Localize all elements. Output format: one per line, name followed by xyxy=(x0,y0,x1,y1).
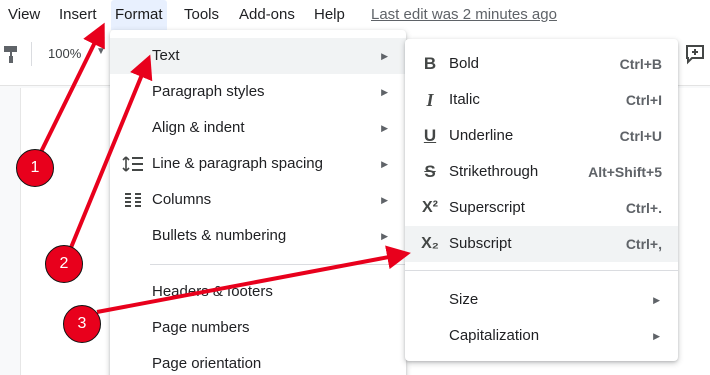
menu-item-label: Paragraph styles xyxy=(152,83,265,100)
chevron-right-icon: ▶ xyxy=(381,87,388,97)
menu-item-label: Line & paragraph spacing xyxy=(152,155,323,172)
menu-item-label: Strikethrough xyxy=(449,163,539,180)
shortcut-label: Ctrl+U xyxy=(619,128,662,144)
menu-item-label: Underline xyxy=(449,127,514,144)
format-menu-item-page-numbers[interactable]: Page numbers xyxy=(110,310,406,346)
menu-item-label: Subscript xyxy=(449,235,512,252)
text-submenu-item-strikethrough[interactable]: S Strikethrough Alt+Shift+5 xyxy=(405,154,678,190)
format-menu-item-columns[interactable]: Columns ▶ xyxy=(110,182,406,218)
menu-item-label: Superscript xyxy=(449,199,525,216)
menu-item-label: Capitalization xyxy=(449,327,540,344)
shortcut-label: Ctrl+I xyxy=(625,92,662,108)
format-menu-item-page-orientation[interactable]: Page orientation xyxy=(110,346,406,375)
menu-item-label: Bold xyxy=(449,55,480,72)
strikethrough-icon: S xyxy=(424,162,436,181)
text-submenu-item-italic[interactable]: I Italic Ctrl+I xyxy=(405,82,678,118)
chevron-right-icon: ▶ xyxy=(381,195,388,205)
format-menu-item-text[interactable]: Text ▶ xyxy=(110,38,406,74)
bold-icon: B xyxy=(423,54,437,73)
superscript-icon: X² xyxy=(422,199,438,216)
menu-item-label: Page orientation xyxy=(152,355,262,372)
menu-item-label: Page numbers xyxy=(152,319,250,336)
menu-item-label: Italic xyxy=(449,91,480,108)
toolbar-divider xyxy=(31,42,32,66)
format-menu-item-align-indent[interactable]: Align & indent ▶ xyxy=(110,110,406,146)
format-menu-item-line-spacing[interactable]: Line & paragraph spacing ▶ xyxy=(110,146,406,182)
text-submenu-item-subscript[interactable]: X₂ Subscript Ctrl+, xyxy=(405,226,678,262)
menu-divider xyxy=(150,264,406,265)
menu-item-label: Headers & footers xyxy=(152,283,273,300)
chevron-right-icon: ▶ xyxy=(653,295,660,305)
menu-item-label: Columns xyxy=(152,191,212,208)
chevron-right-icon: ▶ xyxy=(381,231,388,241)
chevron-right-icon: ▶ xyxy=(381,159,388,169)
menu-tools[interactable]: Tools xyxy=(180,0,223,30)
text-submenu-item-capitalization[interactable]: Capitalization ▶ xyxy=(405,318,678,354)
menu-item-label: Size xyxy=(449,291,479,308)
shortcut-label: Ctrl+B xyxy=(619,56,662,72)
docs-window: View Insert Format Tools Add-ons Help La… xyxy=(0,0,710,375)
columns-icon xyxy=(125,193,141,207)
text-submenu-item-bold[interactable]: B Bold Ctrl+B xyxy=(405,46,678,82)
text-submenu-item-size[interactable]: Size ▶ xyxy=(405,282,678,318)
format-menu-item-paragraph-styles[interactable]: Paragraph styles ▶ xyxy=(110,74,406,110)
menu-divider xyxy=(405,270,678,271)
menu-item-label: Text xyxy=(152,47,180,64)
subscript-icon: X₂ xyxy=(421,235,439,252)
chevron-right-icon: ▶ xyxy=(653,331,660,341)
chevron-right-icon: ▶ xyxy=(381,123,388,133)
menu-item-label: Align & indent xyxy=(152,119,245,136)
text-submenu: B Bold Ctrl+B I Italic Ctrl+I U Underlin… xyxy=(405,39,678,361)
underline-icon: U xyxy=(423,126,437,145)
shortcut-label: Ctrl+. xyxy=(625,200,662,216)
annotation-badge-2: 2 xyxy=(45,245,83,283)
menu-format[interactable]: Format xyxy=(111,0,167,30)
menu-insert[interactable]: Insert xyxy=(55,0,101,30)
line-spacing-icon xyxy=(122,156,143,172)
menu-help[interactable]: Help xyxy=(310,0,349,30)
menu-item-label: Bullets & numbering xyxy=(152,227,287,244)
format-menu: Text ▶ Paragraph styles ▶ Align & indent… xyxy=(110,30,406,375)
format-menu-item-bullets-numbering[interactable]: Bullets & numbering ▶ xyxy=(110,218,406,254)
italic-icon: I xyxy=(426,90,434,110)
chevron-down-icon[interactable]: ▼ xyxy=(96,46,106,57)
menu-view[interactable]: View xyxy=(4,0,44,30)
shortcut-label: Alt+Shift+5 xyxy=(588,164,662,180)
last-edit-link[interactable]: Last edit was 2 minutes ago xyxy=(371,0,557,30)
zoom-select[interactable]: 100% xyxy=(48,46,81,61)
add-comment-icon[interactable] xyxy=(684,43,706,65)
text-submenu-item-superscript[interactable]: X² Superscript Ctrl+. xyxy=(405,190,678,226)
annotation-badge-1: 1 xyxy=(16,149,54,187)
paint-format-icon[interactable] xyxy=(2,44,20,64)
menu-addons[interactable]: Add-ons xyxy=(235,0,299,30)
text-submenu-item-underline[interactable]: U Underline Ctrl+U xyxy=(405,118,678,154)
annotation-badge-3: 3 xyxy=(63,305,101,343)
chevron-right-icon: ▶ xyxy=(381,51,388,61)
shortcut-label: Ctrl+, xyxy=(625,236,662,252)
format-menu-item-headers-footers[interactable]: Headers & footers xyxy=(110,274,406,310)
menubar: View Insert Format Tools Add-ons Help La… xyxy=(0,0,710,30)
